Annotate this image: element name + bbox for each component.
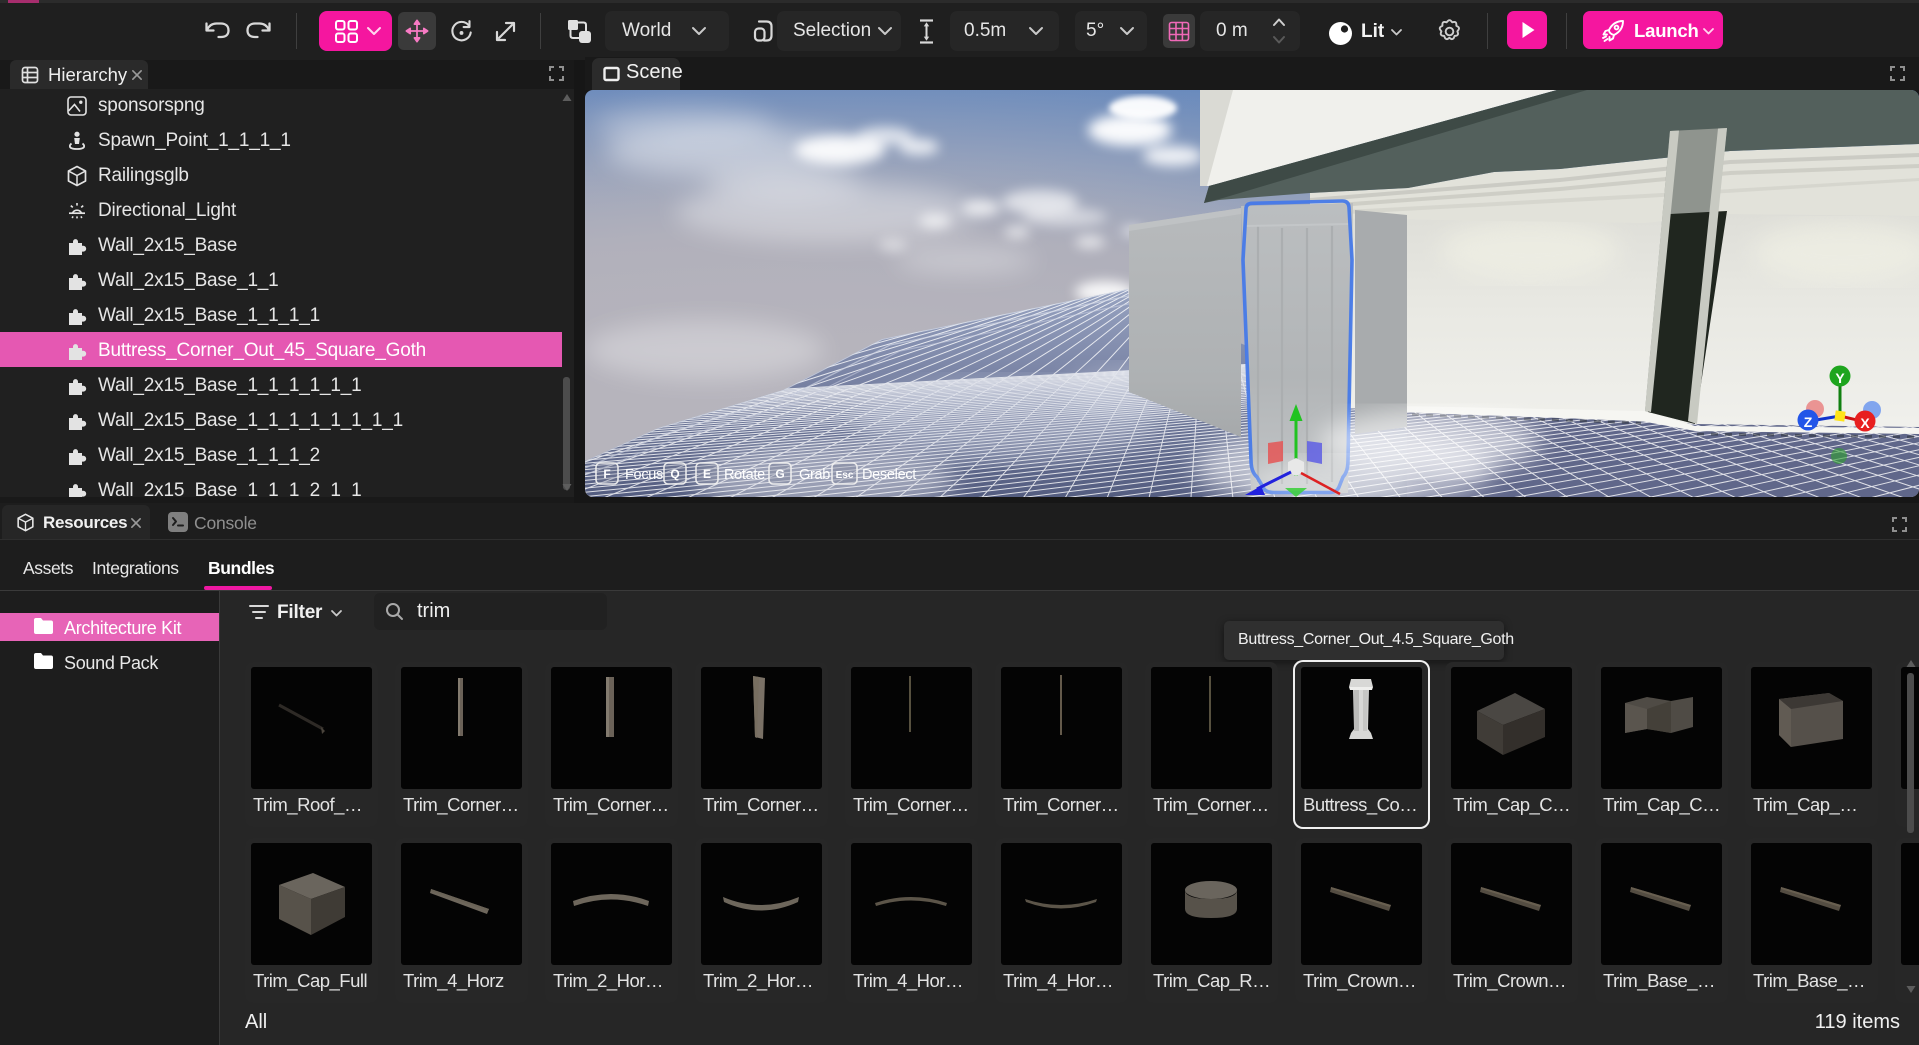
svg-text:F: F	[603, 467, 610, 481]
svg-text:Focus: Focus	[625, 467, 663, 483]
svg-text:X: X	[1860, 415, 1870, 431]
svg-text:G: G	[775, 467, 784, 481]
svg-text:Deselect: Deselect	[862, 467, 916, 483]
svg-text:Rotate: Rotate	[724, 467, 765, 483]
svg-text:Z: Z	[1804, 414, 1813, 430]
svg-text:Esc: Esc	[836, 470, 854, 481]
svg-text:Y: Y	[1835, 370, 1845, 386]
svg-text:Q: Q	[670, 467, 679, 481]
svg-text:Grab: Grab	[799, 467, 830, 483]
svg-text:E: E	[703, 467, 711, 481]
